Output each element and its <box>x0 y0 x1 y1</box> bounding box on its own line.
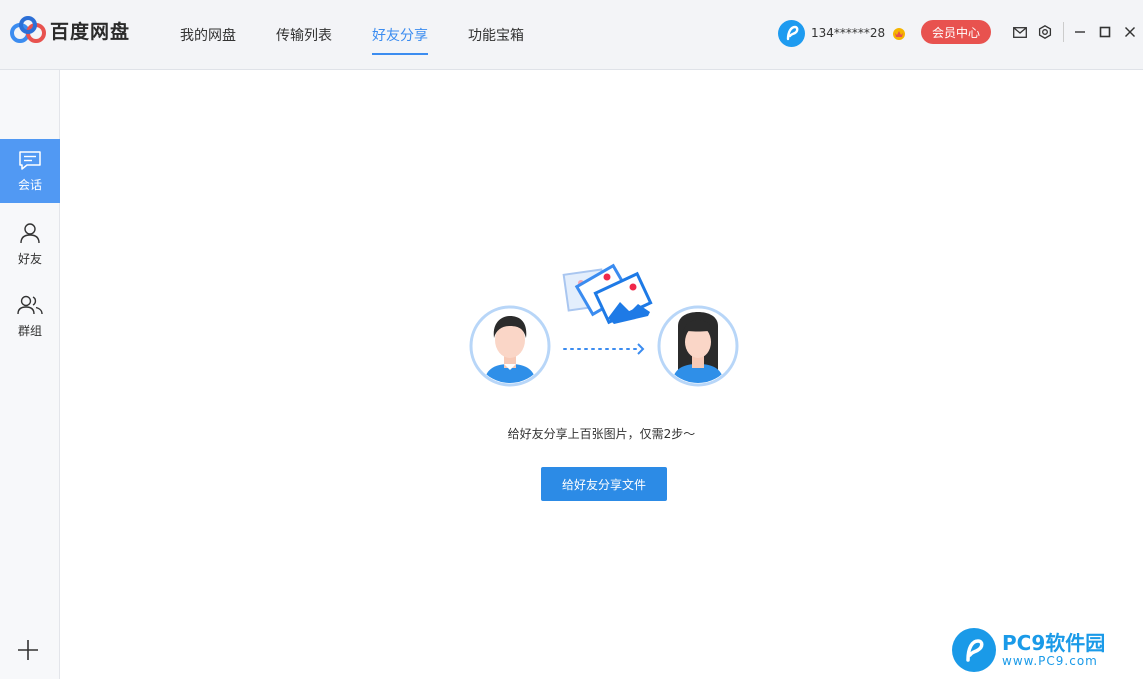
sidebar-item-groups[interactable]: 群组 <box>0 284 60 348</box>
watermark: PC9软件园 www.PC9.com <box>952 626 1136 674</box>
avatar-logo-icon <box>786 25 798 41</box>
pc9-logo-icon <box>952 628 996 672</box>
sidebar: 会话 好友 群组 <box>0 70 60 679</box>
vip-crown-icon[interactable] <box>891 25 907 41</box>
tab-my-disk[interactable]: 我的网盘 <box>160 0 256 70</box>
app-logo: 百度网盘 <box>10 14 130 46</box>
share-files-button[interactable]: 给好友分享文件 <box>541 467 667 501</box>
sidebar-item-label: 好友 <box>17 251 42 266</box>
photos-icon <box>562 263 653 325</box>
sidebar-item-label: 会话 <box>17 177 42 192</box>
sidebar-item-label: 群组 <box>17 323 42 338</box>
watermark-text: PC9软件园 www.PC9.com <box>1002 632 1105 668</box>
share-hint-text: 给好友分享上百张图片，仅需2步～ <box>507 427 696 441</box>
main-content: 给好友分享上百张图片，仅需2步～ 给好友分享文件 <box>60 70 1143 679</box>
tab-toolbox[interactable]: 功能宝箱 <box>448 0 544 70</box>
app-title: 百度网盘 <box>50 20 131 43</box>
maximize-icon[interactable] <box>1095 22 1115 42</box>
female-avatar-icon <box>657 305 739 387</box>
sidebar-item-chat[interactable]: 会话 <box>0 139 60 203</box>
tab-transfer-list[interactable]: 传输列表 <box>256 0 352 70</box>
titlebar-divider <box>1063 22 1064 42</box>
mail-icon[interactable] <box>1010 22 1030 42</box>
group-icon <box>17 295 43 314</box>
watermark-title: PC9软件园 <box>1002 631 1106 655</box>
title-bar: 百度网盘 我的网盘 传输列表 好友分享 功能宝箱 134******28 会员中… <box>0 0 1143 70</box>
share-illustration <box>469 263 739 387</box>
minimize-icon[interactable] <box>1070 22 1090 42</box>
tab-friend-share[interactable]: 好友分享 <box>352 0 448 70</box>
settings-icon[interactable] <box>1035 22 1055 42</box>
add-icon[interactable] <box>16 638 40 662</box>
main-nav: 我的网盘 传输列表 好友分享 功能宝箱 <box>160 0 544 70</box>
baidu-cloud-logo-icon <box>10 16 46 43</box>
watermark-url: www.PC9.com <box>1002 654 1098 668</box>
chat-icon <box>19 150 41 170</box>
close-icon[interactable] <box>1120 22 1140 42</box>
arrow-icon <box>563 343 645 355</box>
male-avatar-icon <box>469 305 551 387</box>
member-center-button[interactable]: 会员中心 <box>921 20 991 44</box>
sidebar-item-friends[interactable]: 好友 <box>0 212 60 276</box>
avatar[interactable] <box>778 19 805 47</box>
user-info[interactable]: 134******28 <box>778 18 907 48</box>
user-name[interactable]: 134******28 <box>811 26 885 40</box>
person-icon <box>20 222 40 243</box>
